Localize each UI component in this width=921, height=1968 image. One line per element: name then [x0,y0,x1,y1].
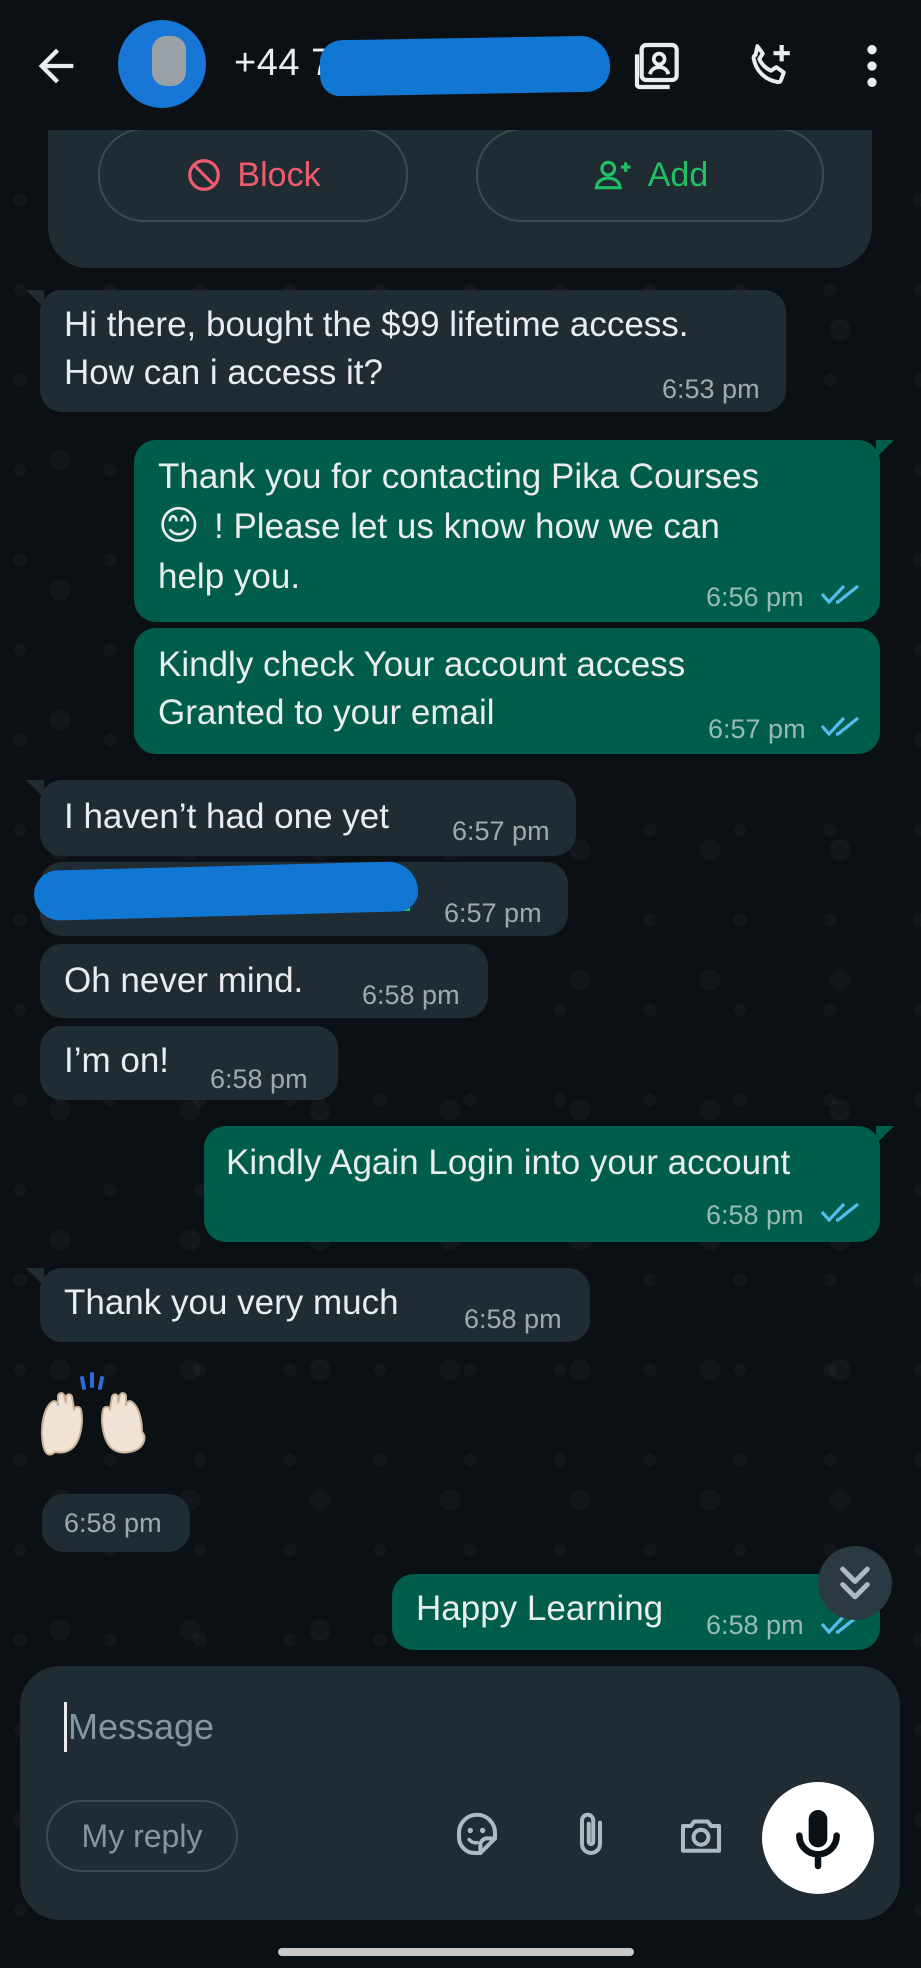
message-text: Kindly check Your account access [158,645,686,684]
message-time: 6:56 pm [706,582,804,612]
block-label: Block [237,155,321,194]
message-time: 6:57 pm [444,898,542,928]
double-check-icon [820,716,859,737]
double-check-icon [820,584,859,605]
attach-icon[interactable] [564,1808,618,1862]
message-time: 6:58 pm [706,1200,804,1230]
camera-icon[interactable] [674,1808,728,1862]
message-bubble-outgoing[interactable]: Kindly Again Login into your account 6:5… [204,1126,894,1242]
add-person-icon [594,160,631,190]
contact-title[interactable]: +44 7 [234,42,333,85]
message-text: Thank you very much [64,1283,399,1322]
double-check-icon [820,1202,859,1223]
message-bubble-incoming[interactable]: I haven’t had one yet 6:57 pm [26,780,576,856]
add-call-icon[interactable] [742,38,798,94]
message-time: 6:57 pm [708,714,806,744]
block-icon [188,159,221,191]
message-text: How can i access it? [64,353,384,392]
message-text: ! Please let us know how we can [214,507,720,546]
text-caret [64,1702,67,1752]
message-text: I’m on! [64,1041,170,1080]
message-bubble-incoming[interactable]: Thank you very much 6:58 pm [26,1268,590,1342]
suggested-reply-chip[interactable]: My reply [46,1800,238,1872]
sticker-icon[interactable] [450,1808,504,1862]
message-bubble-incoming[interactable]: Hi there, bought the $99 lifetime access… [26,290,786,412]
message-time: 6:58 pm [64,1508,162,1538]
message-bubble-incoming[interactable]: I’m on! 6:58 pm [40,1026,338,1100]
chat-header: +44 7 [0,0,921,130]
message-text: Granted to your email [158,693,495,732]
double-chevron-down-icon [840,1566,870,1600]
smile-emoji: 😊 [158,504,200,548]
message-time: 6:58 pm [464,1304,562,1334]
message-text: Hi there, bought the $99 lifetime access… [64,305,689,344]
redaction-mark [319,35,611,97]
contact-card-icon[interactable] [630,38,686,94]
gesture-home-bar[interactable] [278,1948,634,1956]
arrow-left-icon[interactable] [30,40,82,92]
message-text: Thank you for contacting Pika Courses [158,457,760,496]
message-text: Kindly Again Login into your account [226,1143,791,1182]
message-text: Happy Learning [416,1589,664,1628]
raising-hands-emoji[interactable] [36,1372,148,1472]
add-contact-button[interactable]: Add [476,128,824,222]
message-time: 6:58 pm [210,1064,308,1094]
voice-message-button[interactable] [762,1782,874,1894]
message-bubble-outgoing[interactable]: Thank you for contacting Pika Courses 😊 … [134,440,894,622]
avatar[interactable] [118,20,206,108]
message-bubble-incoming[interactable]: 6:58 pm [42,1494,190,1552]
redaction-mark [33,860,419,922]
message-time: 6:58 pm [706,1610,804,1640]
scroll-to-bottom-button[interactable] [818,1546,892,1620]
message-time: 6:53 pm [662,374,760,404]
message-bubble-outgoing[interactable]: Kindly check Your account access Granted… [134,628,880,754]
message-text: I haven’t had one yet [64,797,389,836]
unknown-contact-card: Block Add [48,108,872,268]
message-time: 6:58 pm [362,980,460,1010]
message-text: Oh never mind. [64,961,304,1000]
message-text: help you. [158,557,301,596]
message-input[interactable]: Message [68,1706,214,1748]
message-bubble-incoming[interactable]: Oh never mind. 6:58 pm [40,944,488,1018]
more-vert-icon[interactable] [844,38,900,94]
mic-icon [796,1810,840,1870]
message-time: 6:57 pm [452,816,550,846]
add-label: Add [647,155,709,194]
block-button[interactable]: Block [98,128,408,222]
message-bubble-outgoing[interactable]: Happy Learning 6:58 pm [392,1574,880,1650]
message-composer: Message My reply [20,1666,900,1920]
